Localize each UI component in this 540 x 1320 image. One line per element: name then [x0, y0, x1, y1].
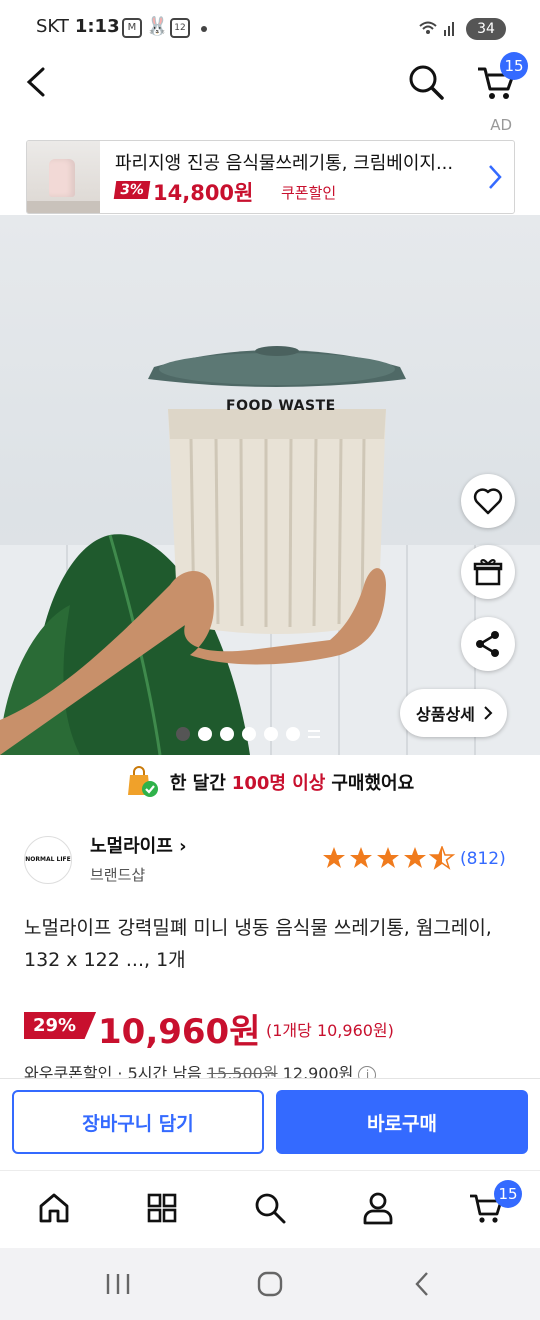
tab-search[interactable]	[242, 1180, 298, 1236]
hand	[0, 568, 386, 755]
coupon-price-line: 와우쿠폰할인 · 5시간 남음 15,500원 12,900원 i	[24, 1060, 540, 1078]
ad-coupon-label: 쿠폰할인	[281, 184, 337, 202]
brand-logo[interactable]: NORMAL LIFE	[24, 836, 72, 884]
buy-now-button[interactable]: 바로구매	[276, 1090, 528, 1154]
chevron-right-icon: ›	[172, 836, 187, 857]
stars-icon	[323, 846, 454, 869]
calendar-notification-icon: 12	[170, 18, 190, 38]
home-circle-icon	[257, 1271, 283, 1297]
search-icon	[255, 1193, 286, 1224]
banner-suffix: 구매했어요	[331, 773, 415, 794]
search-icon	[409, 65, 444, 100]
carousel-more-icon	[308, 730, 320, 738]
carousel-dot[interactable]	[286, 727, 300, 741]
wifi-signal-icon	[419, 21, 454, 36]
brand-subtitle: 브랜드샵	[90, 866, 146, 884]
ad-discount-badge: 3%	[113, 181, 151, 199]
recent-apps-icon	[106, 1274, 130, 1294]
share-button[interactable]	[461, 617, 515, 671]
carousel-dot[interactable]	[176, 727, 190, 741]
brand-name: 노멀라이프	[90, 836, 173, 857]
cart-count-badge: 15	[500, 52, 528, 80]
shopping-bag-check-icon	[127, 766, 158, 797]
tab-category[interactable]	[134, 1180, 190, 1236]
category-icon	[147, 1193, 177, 1223]
home-icon	[39, 1193, 69, 1223]
carousel-dot[interactable]	[198, 727, 212, 741]
sale-price: 10,960원	[98, 1012, 261, 1052]
carrier: SKT	[36, 16, 69, 37]
brand-link[interactable]: 노멀라이프 ›	[90, 832, 187, 858]
carousel-dot[interactable]	[220, 727, 234, 741]
tab-cart-badge: 15	[494, 1180, 522, 1208]
back-system-button[interactable]	[392, 1260, 452, 1308]
carousel-dot[interactable]	[264, 727, 278, 741]
more-notifications-dot	[201, 26, 207, 32]
star-rating[interactable]	[322, 846, 456, 872]
unit-price: (1개당 10,960원)	[266, 1021, 394, 1040]
ad-price: 14,800원	[153, 181, 254, 205]
user-icon	[363, 1192, 393, 1225]
back-arrow-icon	[415, 1272, 428, 1296]
ad-label: AD	[490, 116, 512, 134]
gift-icon	[473, 559, 503, 586]
tab-my[interactable]	[350, 1180, 406, 1236]
recent-apps-button[interactable]	[88, 1260, 148, 1308]
lock-notification-icon: M	[122, 18, 142, 38]
rabbit-notification-icon: 🐰	[146, 16, 169, 37]
share-icon	[476, 631, 499, 657]
original-price: 15,500원	[206, 1064, 278, 1078]
coupon-price: 12,900원	[282, 1064, 354, 1078]
heart-icon	[473, 488, 503, 515]
ad-banner[interactable]: 파리지앵 진공 음식물쓰레기통, 크림베이지... 3% 14,800원 쿠폰할…	[26, 140, 515, 214]
chevron-left-icon	[26, 67, 45, 97]
carousel-indicator	[176, 727, 320, 741]
search-button[interactable]	[400, 56, 452, 108]
product-title: 노멀라이프 강력밀폐 미니 냉동 음식물 쓰레기통, 웜그레이, 132 x 1…	[24, 917, 492, 971]
coupon-label: 와우쿠폰할인	[24, 1064, 113, 1078]
bin-label: FOOD WASTE	[226, 398, 336, 414]
gift-button[interactable]	[461, 545, 515, 599]
back-button[interactable]	[10, 56, 62, 108]
product-detail-label: 상품상세	[416, 705, 475, 724]
add-to-cart-button[interactable]: 장바구니 담기	[12, 1090, 264, 1154]
purchase-count-banner: 한 달간 100명 이상 구매했어요	[0, 760, 540, 804]
chevron-right-icon	[484, 706, 493, 720]
battery-indicator: 34	[466, 18, 506, 40]
clock: 1:13	[74, 16, 120, 37]
banner-prefix: 한 달간	[169, 773, 226, 794]
ad-title: 파리지앵 진공 음식물쓰레기통, 크림베이지...	[115, 153, 454, 174]
review-count[interactable]: (812)	[460, 849, 506, 869]
status-bar: SKT 1:13 M 🐰 12 34	[0, 0, 540, 56]
ad-product-thumbnail	[27, 141, 100, 213]
banner-highlight: 100명 이상	[231, 773, 326, 794]
discount-badge: 29%	[24, 1012, 97, 1039]
info-icon[interactable]: i	[358, 1066, 377, 1078]
chevron-right-icon	[489, 165, 502, 189]
coupon-time-left: 5시간 남음	[127, 1064, 202, 1078]
carousel-dot[interactable]	[242, 727, 256, 741]
tab-home[interactable]	[26, 1180, 82, 1236]
product-detail-button[interactable]: 상품상세	[400, 689, 507, 737]
wishlist-button[interactable]	[461, 474, 515, 528]
product-image-carousel[interactable]: FOOD WASTE 상품상세	[0, 215, 540, 755]
coupon-separator: ·	[117, 1064, 123, 1078]
home-system-button[interactable]	[240, 1260, 300, 1308]
